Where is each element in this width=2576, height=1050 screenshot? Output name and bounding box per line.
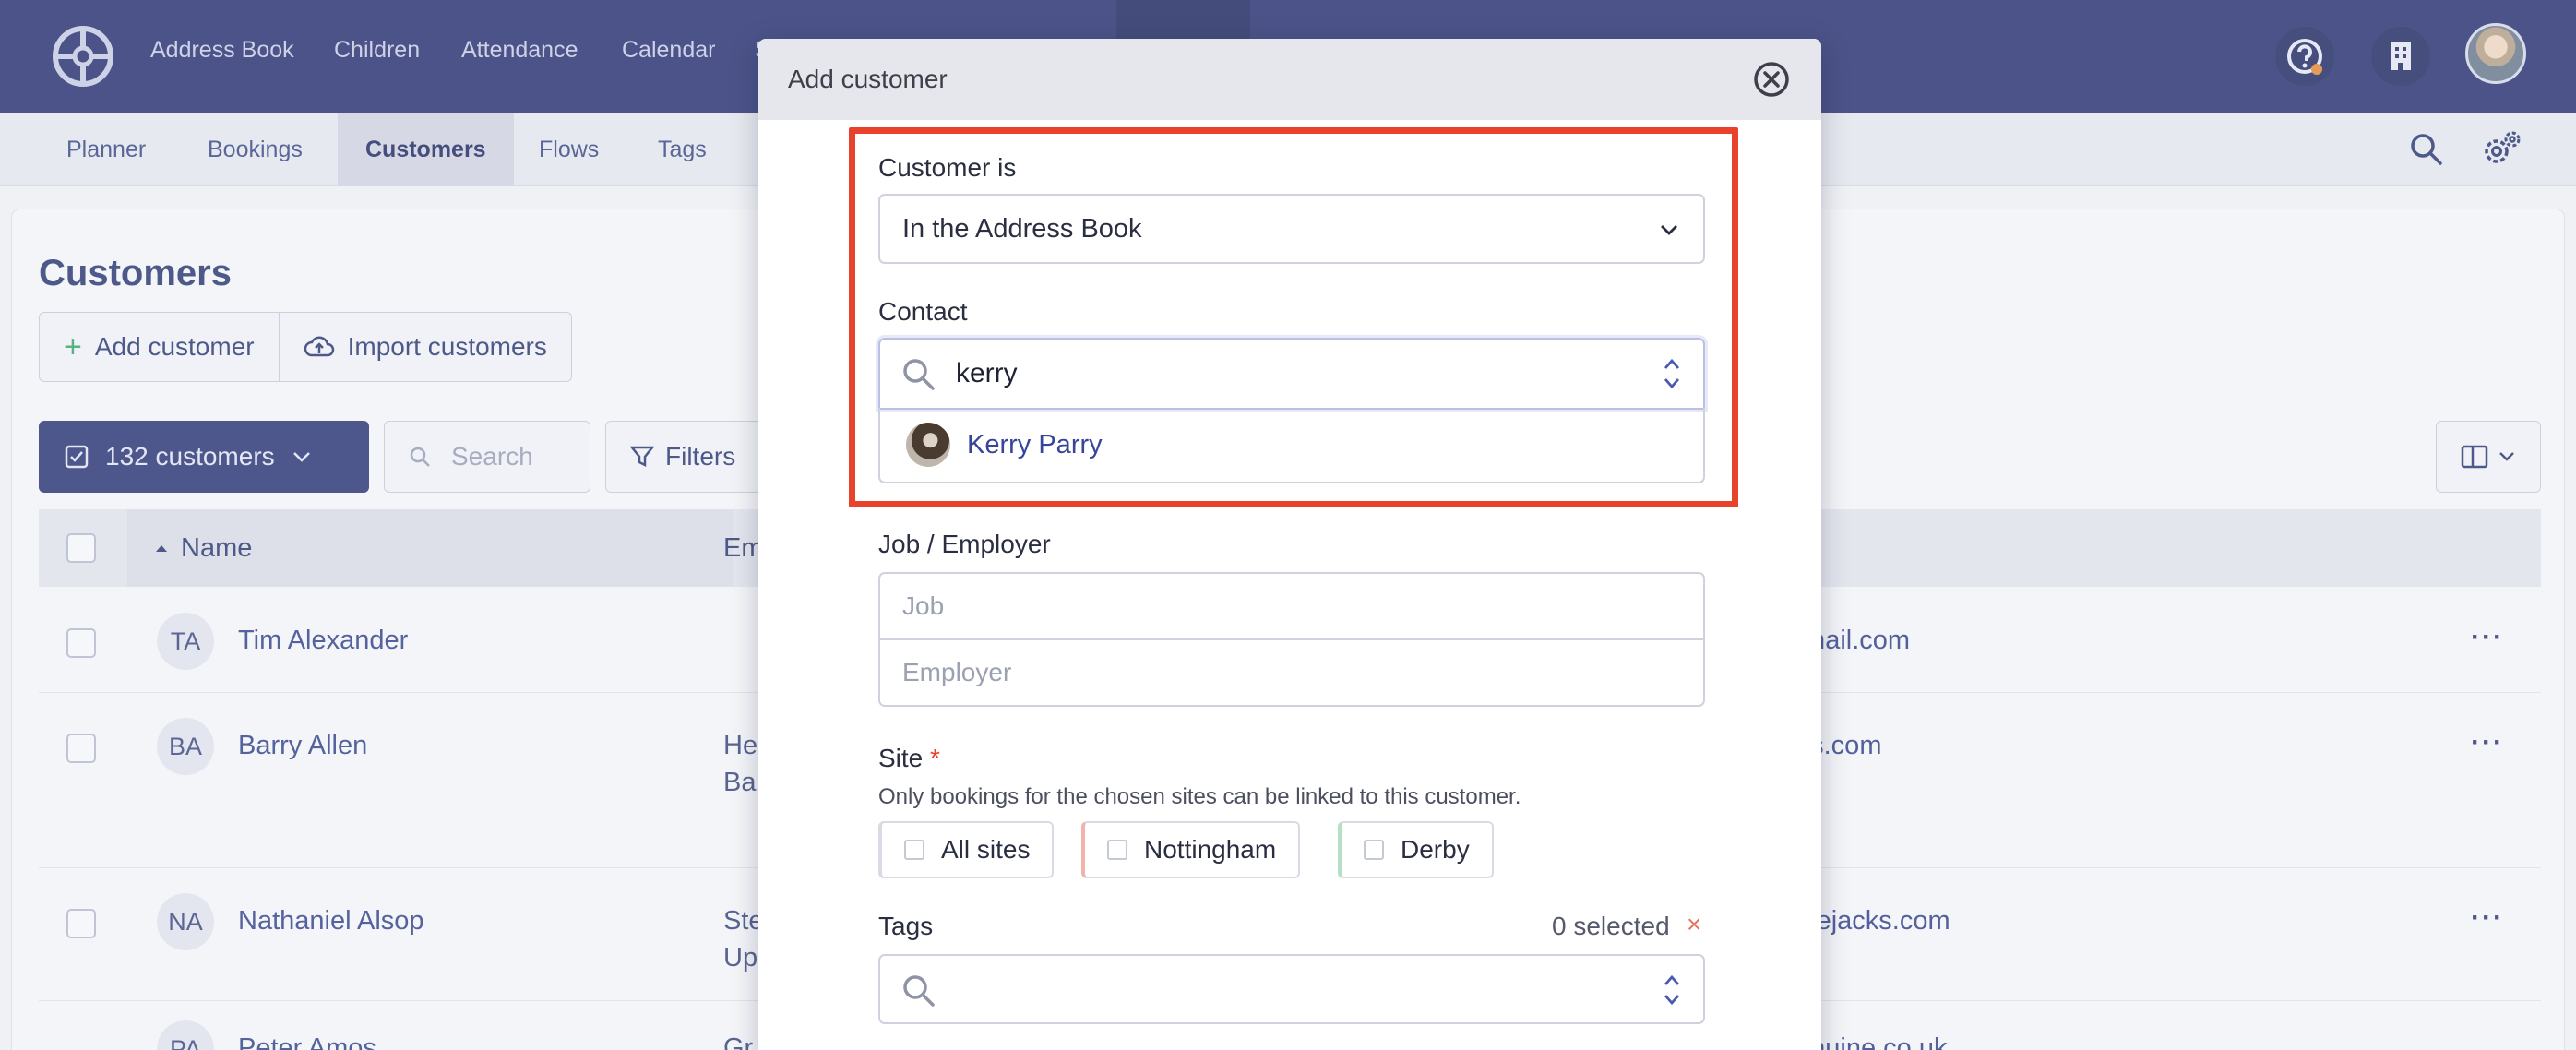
job-input[interactable]: Job — [878, 572, 1705, 640]
clear-tags-icon[interactable]: × — [1687, 910, 1701, 939]
contact-search-input[interactable]: kerry — [878, 338, 1705, 410]
site-option-label: All sites — [941, 835, 1031, 864]
modal-header: Add customer — [758, 39, 1821, 120]
search-icon — [903, 975, 935, 1007]
site-option-derby[interactable]: Derby — [1338, 821, 1494, 878]
site-option-all-sites[interactable]: All sites — [878, 821, 1055, 878]
tags-label: Tags — [878, 912, 934, 940]
site-option-label: Nottingham — [1144, 835, 1277, 864]
site-option-nottingham[interactable]: Nottingham — [1081, 821, 1301, 878]
site-checkbox — [1107, 840, 1127, 860]
app-page: Address Book Children Attendance Calenda… — [0, 0, 2576, 1050]
customer-is-label: Customer is — [878, 153, 1017, 182]
close-icon[interactable] — [1751, 59, 1792, 100]
job-employer-label: Job / Employer — [878, 530, 1051, 558]
avatar — [906, 423, 950, 467]
tags-selected-count: 0 selected — [1552, 912, 1670, 940]
customer-is-value: In the Address Book — [902, 213, 1142, 244]
updown-chevron-icon — [1664, 974, 1680, 1006]
employer-input[interactable]: Employer — [878, 638, 1705, 707]
job-placeholder: Job — [902, 591, 945, 620]
contact-option-name: Kerry Parry — [967, 429, 1103, 459]
customer-is-select[interactable]: In the Address Book — [878, 194, 1705, 264]
modal-title: Add customer — [788, 65, 948, 93]
contact-input-value: kerry — [956, 358, 1018, 388]
add-customer-modal: Add customer Customer is In the Address … — [758, 39, 1821, 1050]
site-label-text: Site — [878, 744, 924, 772]
required-marker: * — [930, 744, 940, 772]
tags-search-input[interactable] — [878, 954, 1705, 1024]
chevron-down-icon — [1661, 225, 1677, 235]
contact-option[interactable]: Kerry Parry — [878, 408, 1705, 483]
employer-placeholder: Employer — [902, 658, 1012, 686]
site-option-label: Derby — [1401, 835, 1470, 864]
site-label: Site * — [878, 744, 940, 773]
contact-label: Contact — [878, 297, 968, 326]
updown-chevron-icon — [1664, 358, 1680, 389]
site-checkbox — [904, 840, 924, 860]
search-icon — [903, 359, 935, 390]
site-checkbox — [1364, 840, 1384, 860]
site-hint: Only bookings for the chosen sites can b… — [878, 784, 1521, 809]
